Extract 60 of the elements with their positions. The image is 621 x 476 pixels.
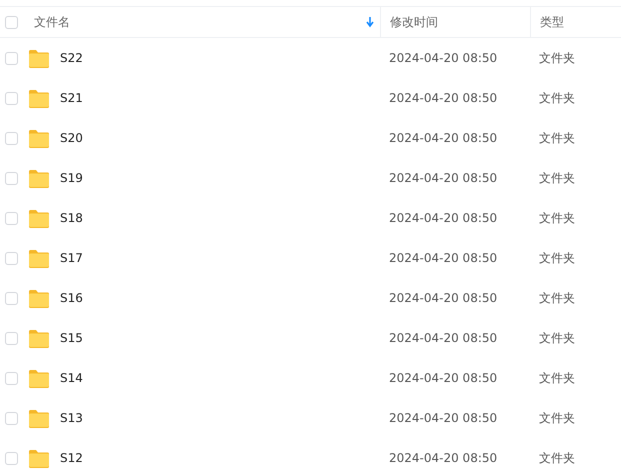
folder-icon [28, 208, 50, 228]
folder-name[interactable]: S14 [60, 371, 83, 385]
folder-icon [28, 248, 50, 268]
modified-time: 2024-04-20 08:50 [389, 171, 498, 185]
row-checkbox[interactable] [5, 212, 18, 224]
modified-time: 2024-04-20 08:50 [389, 371, 498, 385]
column-header[interactable]: 文件名 [34, 14, 366, 30]
file-type: 文件夹 [539, 370, 575, 386]
modified-time: 2024-04-20 08:50 [389, 251, 498, 265]
row-checkbox[interactable] [5, 172, 18, 184]
file-type: 文件夹 [539, 130, 575, 146]
modified-time: 2024-04-20 08:50 [389, 91, 498, 105]
folder-name[interactable]: S17 [60, 251, 83, 265]
row-checkbox[interactable] [5, 132, 18, 144]
file-type: 文件夹 [539, 250, 575, 266]
row-checkbox[interactable] [5, 332, 18, 344]
sort-arrow-icon[interactable] [366, 16, 374, 28]
file-type: 文件夹 [539, 210, 575, 226]
folder-icon [28, 88, 50, 108]
folder-icon [28, 328, 50, 348]
row-checkbox[interactable] [5, 252, 18, 264]
row-checkbox[interactable] [5, 52, 18, 64]
folder-name[interactable]: S13 [60, 411, 83, 425]
folder-name[interactable]: S12 [60, 451, 83, 465]
file-type: 文件夹 [539, 90, 575, 106]
file-type: 文件夹 [539, 50, 575, 66]
modified-time: 2024-04-20 08:50 [389, 211, 498, 225]
folder-name[interactable]: S20 [60, 131, 83, 145]
column-header[interactable]: 类型 [540, 14, 564, 30]
row-checkbox[interactable] [5, 372, 18, 384]
row-checkbox[interactable] [5, 412, 18, 424]
folder-name[interactable]: S16 [60, 291, 83, 305]
folder-icon [28, 128, 50, 148]
folder-name[interactable]: S21 [60, 91, 83, 105]
folder-icon [28, 368, 50, 388]
file-type: 文件夹 [539, 290, 575, 306]
modified-time: 2024-04-20 08:50 [389, 331, 498, 345]
folder-icon [28, 408, 50, 428]
folder-icon [28, 168, 50, 188]
modified-time: 2024-04-20 08:50 [389, 411, 498, 425]
modified-time: 2024-04-20 08:50 [389, 291, 498, 305]
file-type: 文件夹 [539, 170, 575, 186]
folder-name[interactable]: S18 [60, 211, 83, 225]
column-header[interactable]: 修改时间 [390, 14, 438, 30]
row-checkbox[interactable] [5, 452, 18, 464]
folder-name[interactable]: S15 [60, 331, 83, 345]
folder-name[interactable]: S22 [60, 51, 83, 65]
row-checkbox[interactable] [5, 92, 18, 104]
modified-time: 2024-04-20 08:50 [389, 51, 498, 65]
modified-time: 2024-04-20 08:50 [389, 451, 498, 465]
modified-time: 2024-04-20 08:50 [389, 131, 498, 145]
folder-name[interactable]: S19 [60, 171, 83, 185]
file-type: 文件夹 [539, 450, 575, 466]
file-type: 文件夹 [539, 330, 575, 346]
row-checkbox[interactable] [5, 292, 18, 304]
folder-icon [28, 288, 50, 308]
folder-icon [28, 448, 50, 468]
folder-icon [28, 48, 50, 68]
select-all-checkbox[interactable] [5, 16, 18, 28]
file-type: 文件夹 [539, 410, 575, 426]
